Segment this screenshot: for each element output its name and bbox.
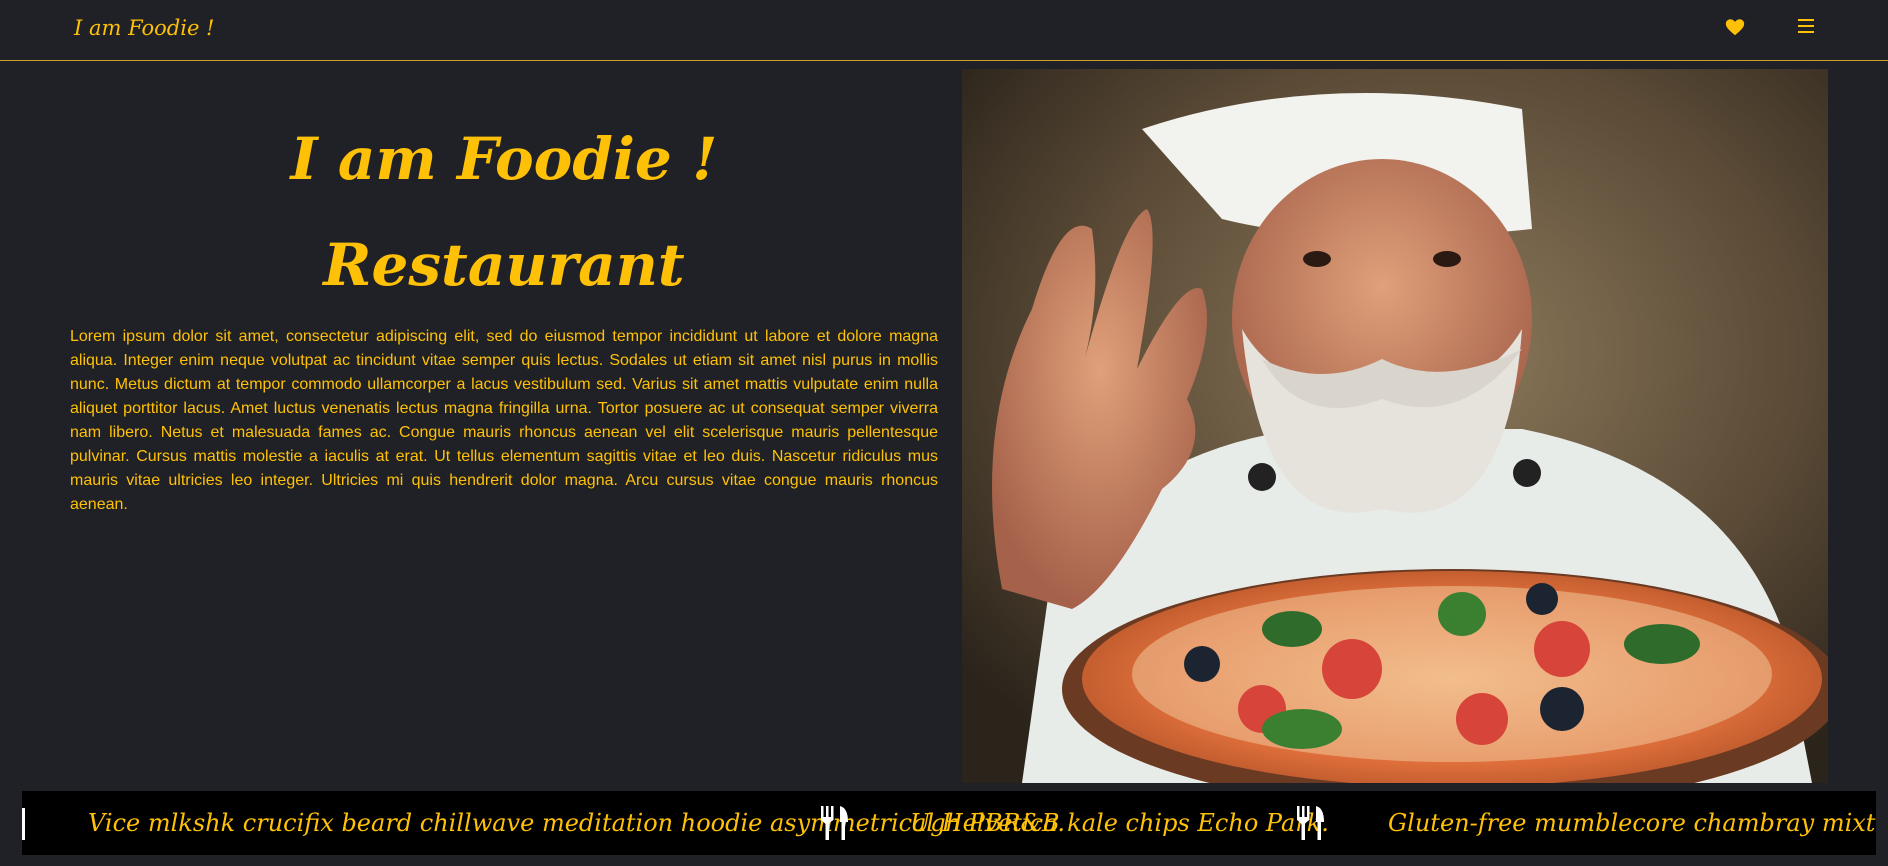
ticker-item: Gluten-free mumblecore chambray mixtape …	[1388, 809, 1876, 837]
fork-knife-icon	[818, 806, 850, 840]
hero-subtitle: Restaurant	[323, 231, 685, 299]
navbar: I am Foodie !	[0, 0, 1888, 61]
ticker-item: Ugh PBR&B kale chips Echo Park.	[910, 809, 1329, 837]
chef-pizza-image	[962, 69, 1828, 783]
hero-description: Lorem ipsum dolor sit amet, consectetur …	[70, 328, 938, 513]
brand-link[interactable]: I am Foodie !	[74, 16, 215, 40]
ticker-banner: Vice mlkshk crucifix beard chillwave med…	[22, 791, 1876, 855]
heart-icon[interactable]	[1724, 16, 1746, 38]
hamburger-menu-icon[interactable]	[1795, 15, 1817, 37]
hero-title: I am Foodie !	[290, 125, 718, 193]
fork-knife-icon	[1294, 806, 1326, 840]
ticker-caret	[22, 808, 25, 840]
